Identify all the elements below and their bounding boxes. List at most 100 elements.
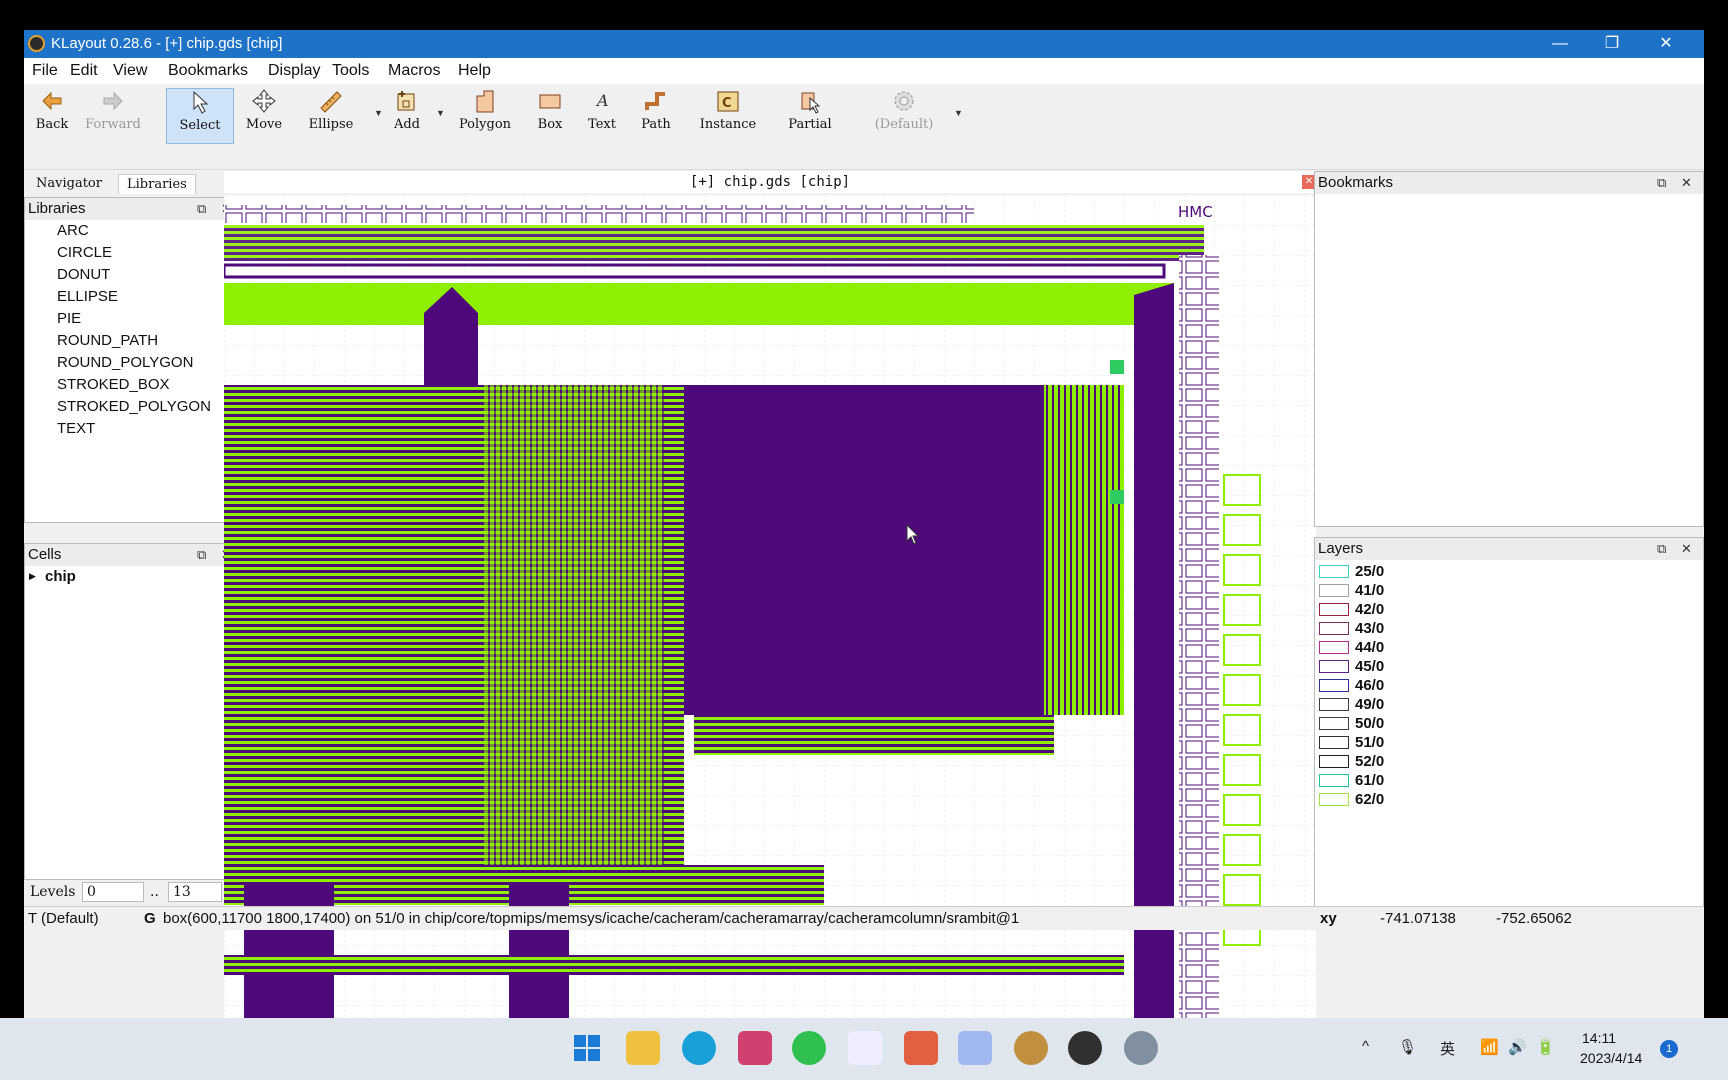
menu-bar: File Edit View Bookmarks Display Tools M… (24, 58, 1704, 84)
menu-macros[interactable]: Macros (388, 62, 440, 80)
minimize-button[interactable]: — (1532, 30, 1588, 58)
settings-icon[interactable] (1124, 1031, 1158, 1065)
menu-tools[interactable]: Tools (332, 62, 369, 80)
ime-indicator[interactable]: 英 (1440, 1038, 1455, 1059)
library-item[interactable]: PIE (57, 310, 81, 327)
title-bar[interactable]: KLayout 0.28.6 - [+] chip.gds [chip] — ❐… (24, 30, 1704, 58)
edge-browser-icon[interactable] (682, 1031, 716, 1065)
text-style-button[interactable]: (Default) (864, 88, 944, 138)
menu-edit[interactable]: Edit (70, 62, 98, 80)
layer-name: 49/0 (1355, 696, 1385, 713)
pointer-icon (193, 90, 209, 114)
battery-icon[interactable]: 🔋 (1536, 1038, 1555, 1056)
view-tab-title: [+] chip.gds [chip] (224, 171, 1316, 193)
layer-name: 50/0 (1355, 715, 1385, 732)
layer-name: 41/0 (1355, 582, 1385, 599)
levels-from-input[interactable]: 0 (82, 882, 144, 902)
library-item[interactable]: TEXT (57, 420, 95, 437)
instance-tool[interactable]: C Instance (694, 88, 762, 138)
menu-bookmarks[interactable]: Bookmarks (168, 62, 248, 80)
polygon-tool[interactable]: Polygon (454, 88, 516, 138)
wifi-icon[interactable]: 📶 (1480, 1038, 1499, 1056)
library-item[interactable]: ROUND_PATH (57, 332, 158, 349)
start-button[interactable] (570, 1031, 604, 1065)
klayout-taskbar-icon[interactable] (1014, 1031, 1048, 1065)
ellipse-tool[interactable]: Ellipse (300, 88, 362, 138)
top-pad-row (224, 205, 974, 223)
library-item[interactable]: CIRCLE (57, 244, 112, 261)
back-button[interactable]: Back (30, 88, 74, 138)
menu-display[interactable]: Display (268, 62, 320, 80)
library-item[interactable]: STROKED_POLYGON (57, 398, 211, 415)
app-icon-calligraphy[interactable] (848, 1031, 882, 1065)
forward-arrow-icon (103, 91, 123, 111)
close-icon[interactable]: ✕ (1681, 541, 1692, 557)
add-dropdown-icon[interactable]: ▼ (436, 108, 445, 118)
close-button[interactable]: ✕ (1638, 30, 1694, 58)
windows-taskbar: ^ 🎙 英 📶 🔊 🔋 14:11 2023/4/14 1 (0, 1018, 1728, 1080)
float-icon[interactable]: ⧉ (197, 547, 206, 563)
text-style-status: T (Default) (28, 910, 99, 927)
top-io-ring (224, 225, 1204, 261)
clock-time[interactable]: 14:11 (1582, 1030, 1616, 1046)
layout-canvas[interactable]: HMC (224, 195, 1316, 1021)
restore-button[interactable]: ❐ (1584, 30, 1640, 58)
forward-button[interactable]: Forward (82, 88, 144, 138)
layer-color-swatch (1319, 641, 1349, 654)
style-dropdown-icon[interactable]: ▼ (954, 108, 963, 118)
select-tool[interactable]: Select (166, 88, 234, 144)
layer-name: 62/0 (1355, 791, 1385, 808)
app-icon-avatar[interactable] (904, 1031, 938, 1065)
library-item[interactable]: STROKED_BOX (57, 376, 170, 393)
obs-icon[interactable] (1068, 1031, 1102, 1065)
layer-color-swatch (1319, 736, 1349, 749)
float-icon[interactable]: ⧉ (1657, 175, 1666, 191)
text-tool[interactable]: A Text (582, 88, 622, 138)
tab-navigator[interactable]: Navigator (28, 174, 110, 193)
menu-file[interactable]: File (32, 62, 58, 80)
library-item[interactable]: ROUND_POLYGON (57, 354, 193, 371)
layer-color-swatch (1319, 622, 1349, 635)
partial-tool[interactable]: Partial (780, 88, 840, 138)
status-message: box(600,11700 1800,17400) on 51/0 in chi… (163, 910, 1020, 927)
microphone-icon[interactable]: 🎙 (1398, 1038, 1417, 1056)
layer-color-swatch (1319, 793, 1349, 806)
layer-name: 25/0 (1355, 563, 1385, 580)
ellipse-dropdown-icon[interactable]: ▼ (374, 108, 383, 118)
add-tool[interactable]: Add (388, 88, 426, 138)
clock-date[interactable]: 2023/4/14 (1580, 1050, 1642, 1066)
file-explorer-icon[interactable] (626, 1031, 660, 1065)
expand-arrow-icon[interactable]: ▶ (29, 571, 36, 582)
float-icon[interactable]: ⧉ (197, 201, 206, 217)
library-item[interactable]: DONUT (57, 266, 110, 283)
float-icon[interactable]: ⧉ (1657, 541, 1666, 557)
box-tool[interactable]: Box (534, 88, 566, 138)
toolbar: Back Forward Select Move Ellipse ▼ Add ▼… (24, 84, 1704, 170)
levels-control: Levels 0 .. 13 (24, 880, 244, 906)
library-item[interactable]: ELLIPSE (57, 288, 118, 305)
app-icon-flower[interactable] (958, 1031, 992, 1065)
library-item[interactable]: ARC (57, 222, 89, 239)
move-tool[interactable]: Move (244, 88, 284, 138)
show-hidden-icons[interactable]: ^ (1362, 1038, 1369, 1055)
layer-color-swatch (1319, 603, 1349, 616)
menu-help[interactable]: Help (458, 62, 491, 80)
levels-to-input[interactable]: 13 (168, 882, 222, 902)
menu-view[interactable]: View (113, 62, 147, 80)
via-marker (1110, 360, 1124, 374)
layer-name: 52/0 (1355, 753, 1385, 770)
volume-icon[interactable]: 🔊 (1508, 1038, 1527, 1056)
notification-badge[interactable]: 1 (1660, 1040, 1678, 1058)
app-icon-pink[interactable] (738, 1031, 772, 1065)
tab-libraries[interactable]: Libraries (118, 174, 196, 194)
cell-tree-item-chip[interactable]: chip (45, 568, 76, 585)
layer-name: 43/0 (1355, 620, 1385, 637)
layer-name: 61/0 (1355, 772, 1385, 789)
bottom-strap (224, 955, 1124, 975)
layer-name: 45/0 (1355, 658, 1385, 675)
path-tool[interactable]: Path (636, 88, 676, 138)
close-icon[interactable]: ✕ (1681, 175, 1692, 191)
windows-logo-icon (574, 1035, 600, 1061)
canvas-label-hmc: HMC (1178, 203, 1213, 221)
wechat-icon[interactable] (792, 1031, 826, 1065)
